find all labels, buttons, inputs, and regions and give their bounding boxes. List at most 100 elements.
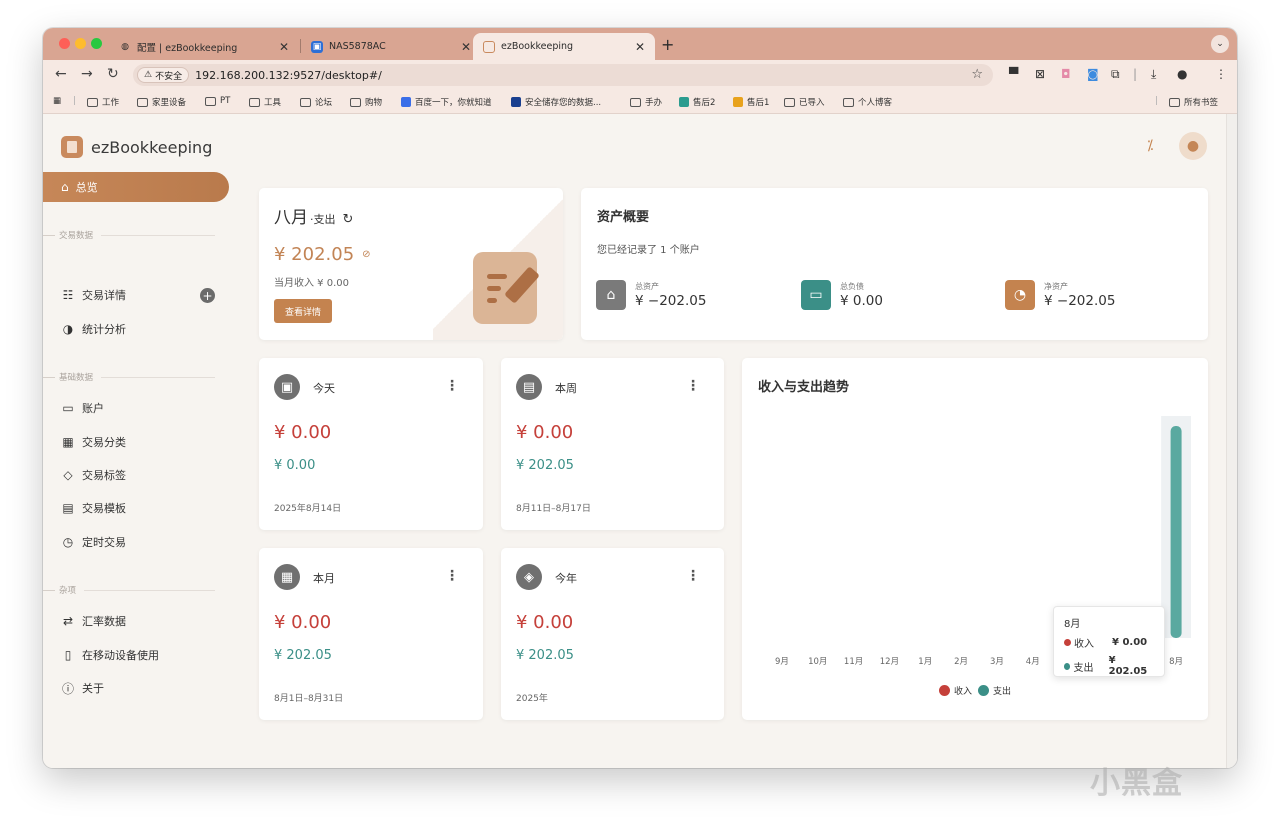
bookmark-folder[interactable]: 购物: [350, 96, 382, 108]
bookmark-star-icon[interactable]: ☆: [971, 67, 983, 82]
sidebar-item-exchange-rates[interactable]: ⇄ 汇率数据: [61, 611, 126, 631]
sidebar-item-scheduled[interactable]: ◷ 定时交易: [61, 532, 126, 552]
url-text[interactable]: 192.168.200.132:9527/desktop#/: [195, 69, 382, 82]
close-window-button[interactable]: [59, 38, 70, 49]
browser-window: ◍ 配置 | ezBookkeeping ✕ ▣ NAS5878AC ✕ ezB…: [43, 28, 1237, 768]
layers-icon: ◈: [516, 564, 542, 590]
x-tick-label: 11月: [844, 657, 863, 667]
bookmark-folder[interactable]: PT: [205, 96, 230, 106]
address-bar[interactable]: ⚠ 不安全 192.168.200.132:9527/desktop#/ ☆: [133, 64, 993, 86]
download-icon[interactable]: ⤓: [1151, 67, 1156, 82]
profile-icon[interactable]: ●: [1177, 67, 1187, 81]
refresh-icon[interactable]: ↻: [343, 212, 354, 227]
tab-ezbookkeeping[interactable]: ezBookkeeping ✕: [473, 33, 655, 60]
x-tick-label: 10月: [808, 657, 827, 667]
period-date: 8月1日–8月31日: [274, 694, 344, 704]
sidebar-item-categories[interactable]: ▦ 交易分类: [61, 432, 126, 452]
new-tab-icon[interactable]: +: [661, 35, 674, 54]
close-icon[interactable]: ✕: [279, 40, 289, 54]
extension-icon[interactable]: ▀: [1009, 67, 1018, 81]
tab-bar: ◍ 配置 | ezBookkeeping ✕ ▣ NAS5878AC ✕ ezB…: [43, 28, 1237, 60]
bookmarks-divider: |: [1155, 96, 1158, 106]
eye-off-icon[interactable]: ⊘: [362, 249, 370, 260]
hide-amount-icon[interactable]: ⁒: [1147, 138, 1153, 154]
sidebar-item-templates[interactable]: ▤ 交易模板: [61, 498, 126, 518]
extension-icon[interactable]: ⊠: [1035, 67, 1045, 81]
more-options-icon[interactable]: ⋮: [686, 378, 700, 394]
apps-grid-icon[interactable]: ▦: [53, 96, 61, 106]
legend-item-income[interactable]: 收入: [939, 684, 972, 697]
section-title: 基础数据: [43, 371, 215, 383]
bookmark-link[interactable]: 百度一下，你就知道: [401, 96, 492, 108]
browser-toolbar: ← → ↻ ⚠ 不安全 192.168.200.132:9527/desktop…: [43, 60, 1237, 90]
legend-item-expense[interactable]: 支出: [978, 684, 1011, 697]
sidebar-item-mobile[interactable]: ▯ 在移动设备使用: [61, 645, 159, 665]
period-date: 2025年8月14日: [274, 504, 342, 514]
bookmark-link[interactable]: 售后1: [733, 96, 769, 108]
bookmark-folder[interactable]: 论坛: [300, 96, 332, 108]
globe-icon: ◍: [121, 41, 129, 52]
tab-search-icon[interactable]: ⌄: [1211, 35, 1229, 53]
sidebar-item-label: 统计分析: [82, 323, 126, 336]
period-income: ¥ 0.00: [274, 458, 316, 473]
period-expense: ¥ 0.00: [516, 612, 574, 633]
x-tick-label: 9月: [775, 657, 789, 667]
sidebar-item-about[interactable]: ⓘ 关于: [61, 678, 104, 698]
brand[interactable]: ezBookkeeping: [61, 136, 212, 158]
menu-dots-icon[interactable]: ⋮: [1215, 67, 1227, 81]
maximize-window-button[interactable]: [91, 38, 102, 49]
bank-icon: ⌂: [596, 280, 626, 310]
bookmark-folder[interactable]: 工具: [249, 96, 281, 108]
sidebar-item-overview[interactable]: ⌂ 总览: [43, 172, 229, 202]
calendar-week-icon: ▤: [516, 374, 542, 400]
tab-nas[interactable]: ▣ NAS5878AC ✕: [301, 33, 481, 60]
bookmark-folder[interactable]: 家里设备: [137, 96, 186, 108]
tooltip-row-income: 收入 ¥ 0.00: [1064, 635, 1154, 650]
more-options-icon[interactable]: ⋮: [686, 568, 700, 584]
sidebar-item-statistics[interactable]: ◑ 统计分析: [61, 319, 126, 339]
trend-chart-card: 收入与支出趋势 9月10月11月12月1月2月3月4月5月6月7月8月 收入 支…: [742, 358, 1208, 720]
toolbar-divider: |: [1133, 67, 1138, 81]
avatar[interactable]: ●: [1179, 132, 1207, 160]
x-tick-label: 2月: [954, 657, 968, 667]
reload-icon[interactable]: ↻: [107, 66, 119, 82]
more-options-icon[interactable]: ⋮: [445, 378, 459, 394]
period-date: 8月11日–8月17日: [516, 504, 591, 514]
view-details-button[interactable]: 查看详情: [274, 299, 333, 323]
bookmark-folder[interactable]: 个人博客: [843, 96, 892, 108]
bookmark-folder[interactable]: 工作: [87, 96, 119, 108]
schedule-icon: ◷: [62, 535, 74, 549]
bookmark-folder[interactable]: 已导入: [784, 96, 825, 108]
sidebar-item-tags[interactable]: ◇ 交易标签: [61, 465, 126, 485]
scrollbar[interactable]: [1226, 114, 1237, 768]
close-icon[interactable]: ✕: [635, 40, 645, 54]
extensions-puzzle-icon[interactable]: ⧉: [1111, 67, 1120, 82]
calendar-month-icon: ▦: [274, 564, 300, 590]
overview-card: 八月 ·支出 ↻ ¥ 202.05 ⊘ 当月收入 ¥ 0.00 查看详情: [259, 188, 563, 340]
sidebar-item-label: 关于: [82, 682, 104, 695]
security-chip[interactable]: ⚠ 不安全: [137, 67, 190, 83]
asset-label: 总负债: [840, 282, 864, 291]
forward-icon[interactable]: →: [81, 66, 93, 82]
asset-value: ¥ −202.05: [635, 293, 707, 309]
sidebar-item-label: 在移动设备使用: [82, 649, 159, 662]
all-bookmarks[interactable]: 所有书签: [1169, 96, 1218, 108]
back-icon[interactable]: ←: [55, 66, 67, 82]
sidebar-item-accounts[interactable]: ▭ 账户: [61, 398, 104, 418]
bookmarks-bar: ▦ | 工作 家里设备 PT 工具 论坛 购物 百度一下，你就知道 安全储存您的…: [43, 90, 1237, 114]
close-icon[interactable]: ✕: [461, 40, 471, 54]
notebook-pen-icon: [473, 252, 540, 324]
more-options-icon[interactable]: ⋮: [445, 568, 459, 584]
extension-icon[interactable]: ◙: [1087, 67, 1099, 81]
bookmark-folder[interactable]: 手办: [630, 96, 662, 108]
add-transaction-button[interactable]: +: [200, 288, 215, 303]
card-icon: ▭: [801, 280, 831, 310]
tab-config[interactable]: ◍ 配置 | ezBookkeeping ✕: [109, 33, 299, 60]
bar-expense[interactable]: [1170, 426, 1182, 638]
period-card-month: ▦ 本月 ⋮ ¥ 0.00 ¥ 202.05 8月1日–8月31日: [259, 548, 483, 720]
sidebar-item-transactions[interactable]: ☷ 交易详情: [61, 285, 126, 305]
bookmark-link[interactable]: 售后2: [679, 96, 715, 108]
bookmark-link[interactable]: 安全储存您的数据...: [511, 96, 601, 108]
minimize-window-button[interactable]: [75, 38, 86, 49]
extension-icon[interactable]: ◘: [1061, 67, 1071, 81]
